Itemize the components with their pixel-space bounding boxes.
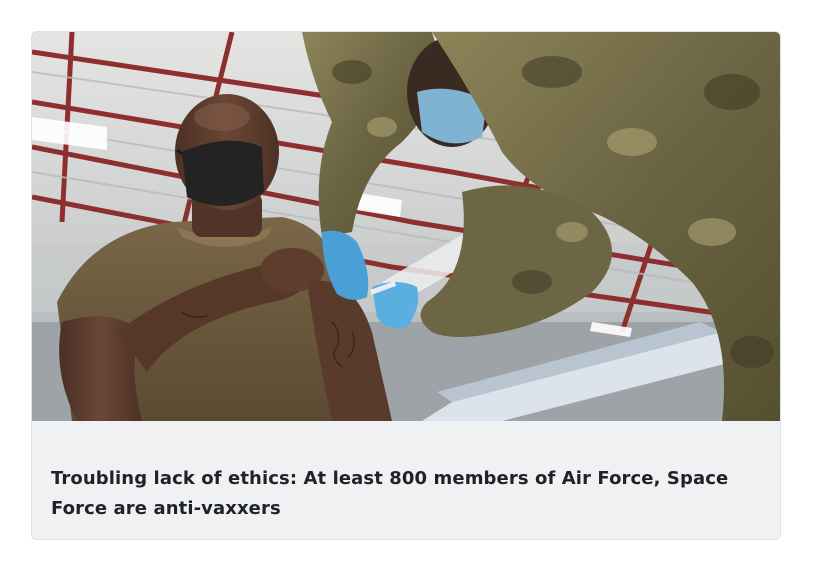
article-headline[interactable]: Troubling lack of ethics: At least 800 m… (51, 464, 751, 524)
caption-area: Troubling lack of ethics: At least 800 m… (32, 421, 780, 539)
article-card[interactable]: Troubling lack of ethics: At least 800 m… (31, 31, 781, 540)
article-photo[interactable] (32, 32, 780, 421)
